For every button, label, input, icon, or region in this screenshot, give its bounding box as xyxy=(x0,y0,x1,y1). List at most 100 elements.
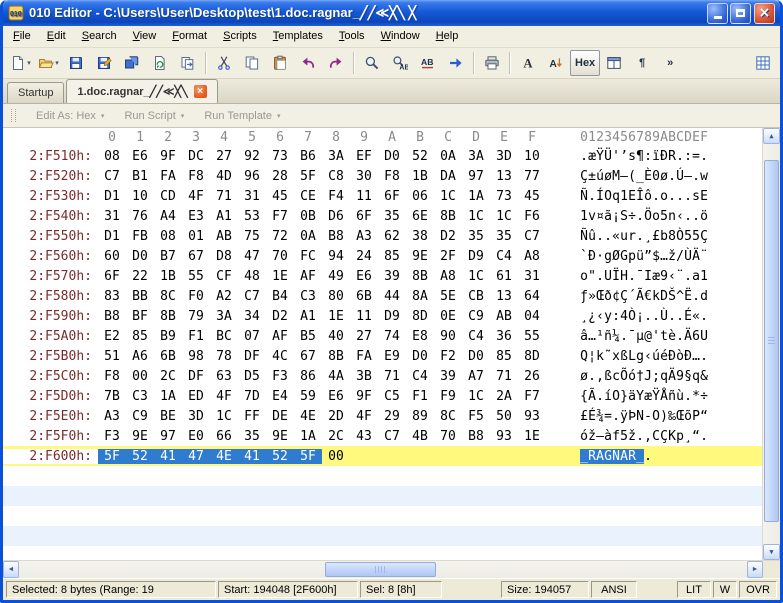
byte-cell[interactable]: 1C xyxy=(462,389,490,404)
ascii-cell[interactable] xyxy=(684,449,692,464)
ascii-cell[interactable]: . xyxy=(636,429,644,444)
ascii-cell[interactable]: G xyxy=(604,449,612,464)
byte-cell[interactable]: 39 xyxy=(378,269,406,284)
status-endianness[interactable]: LIT xyxy=(677,581,711,598)
ascii-cell[interactable]: w xyxy=(700,169,708,184)
vertical-scrollbar[interactable]: ▲ ▼ xyxy=(762,128,780,560)
ascii-cell[interactable]: Ç xyxy=(580,169,588,184)
byte-cell[interactable]: 1E xyxy=(518,429,546,444)
ascii-cell[interactable]: C xyxy=(652,429,660,444)
ascii-cell[interactable]: ¸ xyxy=(684,429,692,444)
ascii-cell[interactable]: ÷ xyxy=(628,209,636,224)
save-all-button[interactable] xyxy=(118,50,146,76)
ascii-cell[interactable] xyxy=(700,449,708,464)
ascii-cell[interactable]: ÷ xyxy=(700,389,708,404)
ascii-cell[interactable]: ¿ xyxy=(588,309,596,324)
ascii-cell[interactable]: ¤ xyxy=(596,209,604,224)
ascii-cell[interactable]: o xyxy=(660,189,668,204)
ascii-cell[interactable]: … xyxy=(692,349,700,364)
byte-cell[interactable]: F1 xyxy=(182,329,210,344)
byte-cell[interactable]: 2D xyxy=(322,409,350,424)
ascii-cell[interactable]: ¾ xyxy=(596,409,604,424)
byte-cell[interactable]: FC xyxy=(294,249,322,264)
ascii-cell[interactable]: . xyxy=(620,329,628,344)
ascii-cell[interactable]: é xyxy=(660,349,668,364)
ascii-cell[interactable]: u xyxy=(620,229,628,244)
save-button[interactable] xyxy=(62,50,90,76)
undo-button[interactable] xyxy=(294,50,322,76)
ascii-cell[interactable]: í xyxy=(604,389,612,404)
ascii-cell[interactable]: @ xyxy=(644,329,652,344)
ascii-cell[interactable]: ¯ xyxy=(636,269,644,284)
byte-cell[interactable]: A6 xyxy=(126,349,154,364)
ascii-cell[interactable]: — xyxy=(596,429,604,444)
byte-cell[interactable]: 89 xyxy=(406,409,434,424)
byte-cell[interactable]: CD xyxy=(154,189,182,204)
byte-cell[interactable]: C3 xyxy=(126,389,154,404)
ascii-cell[interactable]: ¢ xyxy=(612,289,620,304)
ascii-cell[interactable]: O xyxy=(612,389,620,404)
byte-cell[interactable]: DF xyxy=(238,349,266,364)
byte-cell[interactable]: 35 xyxy=(378,209,406,224)
ascii-cell[interactable]: Í xyxy=(596,189,604,204)
ascii-cell[interactable]: £ xyxy=(652,229,660,244)
ascii-cell[interactable]: O xyxy=(652,409,660,424)
scroll-down-icon[interactable]: ▼ xyxy=(763,544,780,560)
ascii-cell[interactable]: 5 xyxy=(660,209,668,224)
ascii-cell[interactable]: g xyxy=(604,249,612,264)
byte-cell[interactable]: D1 xyxy=(98,189,126,204)
ascii-cell[interactable]: ž xyxy=(588,429,596,444)
byte-cell[interactable]: B9 xyxy=(154,329,182,344)
byte-cell[interactable]: 1C xyxy=(210,409,238,424)
ascii-cell[interactable]: ˜ xyxy=(604,349,612,364)
ascii-cell[interactable]: . xyxy=(588,369,596,384)
ascii-cell[interactable]: A xyxy=(596,449,604,464)
byte-cell[interactable]: 27 xyxy=(210,149,238,164)
ascii-cell[interactable]: . xyxy=(596,269,604,284)
ascii-cell[interactable]: … xyxy=(588,329,596,344)
ascii-cell[interactable]: 4 xyxy=(620,309,628,324)
byte-cell[interactable] xyxy=(378,449,406,464)
byte-cell[interactable]: FF xyxy=(238,409,266,424)
byte-cell[interactable]: C4 xyxy=(406,369,434,384)
ascii-cell[interactable]: ¹ xyxy=(596,329,604,344)
byte-cell[interactable]: EF xyxy=(350,149,378,164)
menu-item-window[interactable]: Window xyxy=(373,27,428,46)
ascii-cell[interactable]: a xyxy=(692,269,700,284)
ascii-cell[interactable]: ø xyxy=(660,169,668,184)
maximize-button[interactable] xyxy=(730,3,751,24)
ascii-cell[interactable]: ú xyxy=(652,349,660,364)
byte-cell[interactable]: 24 xyxy=(350,249,378,264)
byte-cell[interactable]: FA xyxy=(154,169,182,184)
ascii-cell[interactable]: . xyxy=(668,189,676,204)
byte-cell[interactable]: 52 xyxy=(266,449,294,464)
ascii-cell[interactable]: û xyxy=(588,229,596,244)
byte-cell[interactable]: 52 xyxy=(406,149,434,164)
title-bar[interactable]: 010 010 Editor - C:\Users\User\Desktop\t… xyxy=(3,0,780,26)
byte-cell[interactable]: 35 xyxy=(490,229,518,244)
byte-cell[interactable]: 80 xyxy=(322,289,350,304)
ascii-cell[interactable]: Ö xyxy=(644,209,652,224)
byte-cell[interactable]: AF xyxy=(294,269,322,284)
byte-cell[interactable]: 1A xyxy=(294,429,322,444)
ascii-cell[interactable]: N xyxy=(636,409,644,424)
ascii-cell[interactable]: Œ xyxy=(676,409,684,424)
byte-cell[interactable]: F1 xyxy=(406,389,434,404)
new-file-button[interactable]: ▾ xyxy=(6,50,34,76)
ascii-cell[interactable]: o xyxy=(652,209,660,224)
ascii-cell[interactable]: D xyxy=(660,289,668,304)
byte-cell[interactable]: E2 xyxy=(98,329,126,344)
ascii-cell[interactable]: Ò xyxy=(676,229,684,244)
byte-cell[interactable]: E3 xyxy=(182,209,210,224)
ascii-cell[interactable]: – xyxy=(620,169,628,184)
byte-cell[interactable]: 31 xyxy=(238,189,266,204)
byte-cell[interactable]: 60 xyxy=(98,249,126,264)
byte-cell[interactable]: 36 xyxy=(490,329,518,344)
byte-cell[interactable]: 1B xyxy=(406,169,434,184)
byte-cell[interactable]: 4B xyxy=(406,429,434,444)
ascii-cell[interactable]: Ï xyxy=(612,269,620,284)
ascii-cell[interactable]: R xyxy=(588,449,596,464)
ascii-cell[interactable]: Ñ xyxy=(580,229,588,244)
ascii-cell[interactable]: . xyxy=(692,209,700,224)
menu-item-help[interactable]: Help xyxy=(428,27,467,46)
